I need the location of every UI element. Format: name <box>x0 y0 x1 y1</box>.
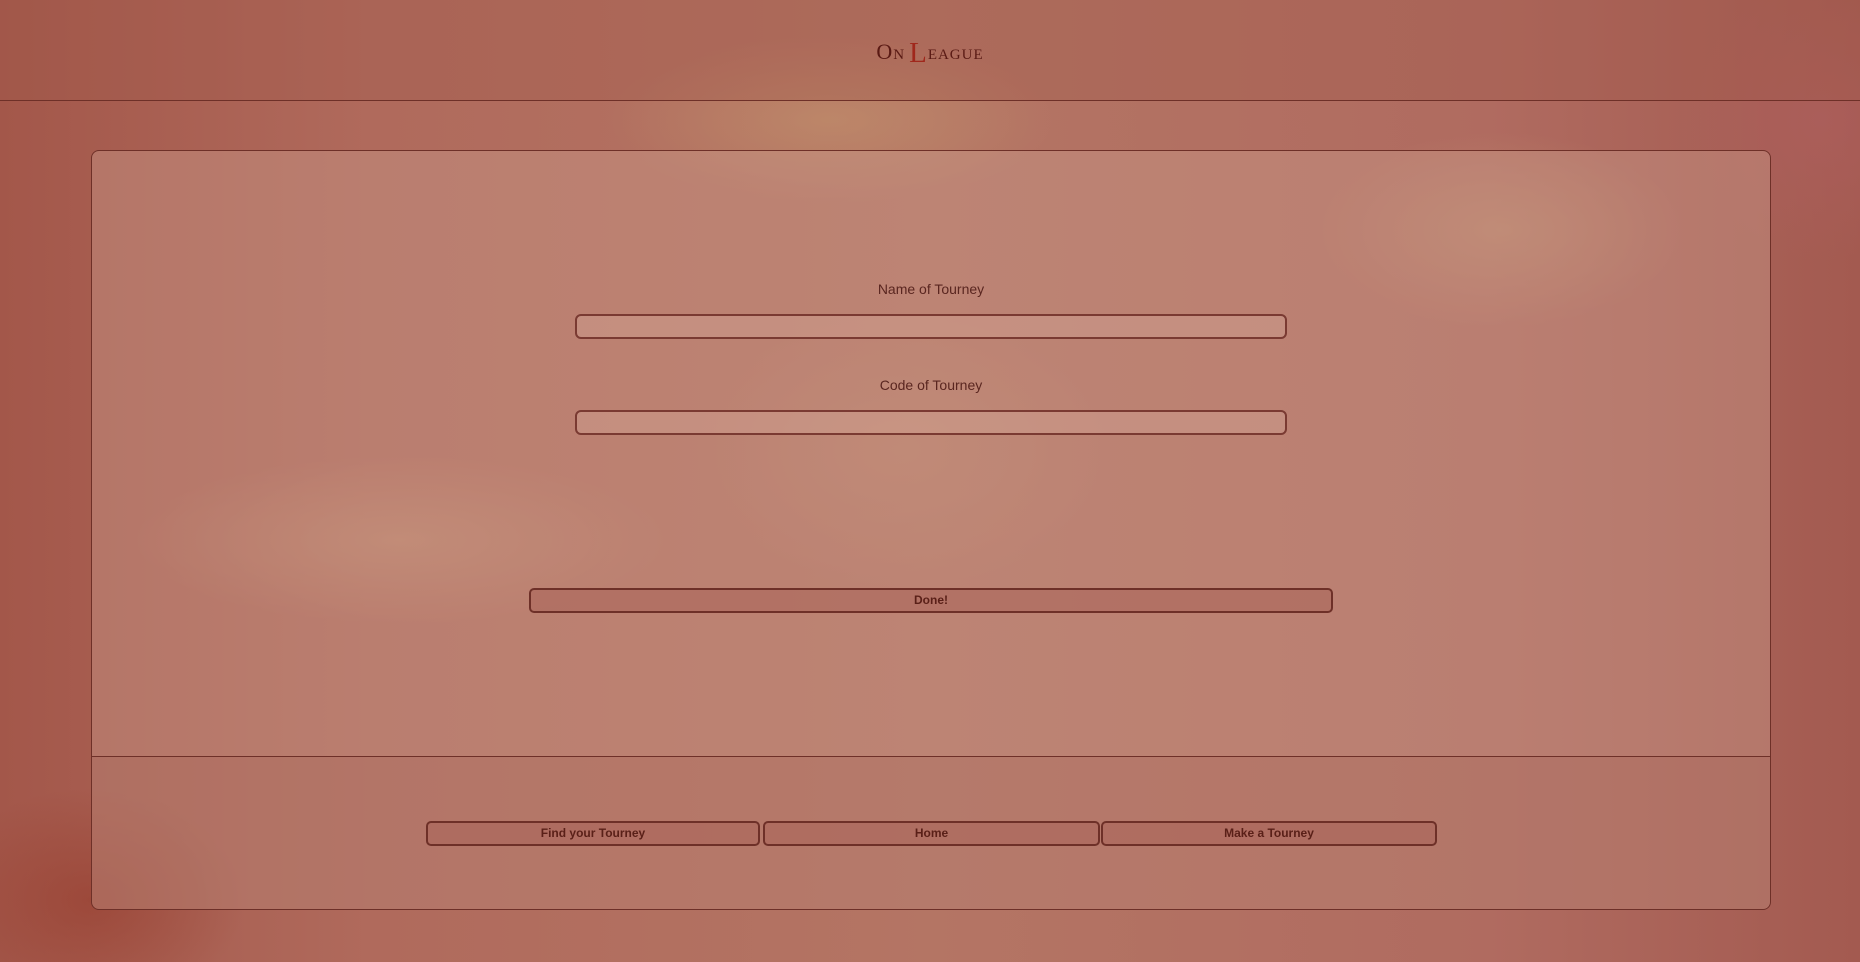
logo-text-eague: eague <box>927 39 984 64</box>
main-panel: Name of Tourney Code of Tourney Done! Fi… <box>91 150 1771 910</box>
make-a-tourney-button[interactable]: Make a Tourney <box>1101 821 1437 846</box>
logo-letter-l: L <box>909 37 928 69</box>
logo-text-on: On <box>876 39 906 64</box>
site-header: On League <box>0 0 1860 101</box>
name-of-tourney-input[interactable] <box>575 314 1287 339</box>
code-of-tourney-input[interactable] <box>575 410 1287 435</box>
name-of-tourney-label: Name of Tourney <box>877 281 985 297</box>
home-button[interactable]: Home <box>763 821 1100 846</box>
panel-divider <box>92 756 1770 757</box>
find-your-tourney-button[interactable]: Find your Tourney <box>426 821 760 846</box>
done-button[interactable]: Done! <box>529 588 1333 613</box>
onleague-logo[interactable]: On League <box>0 34 1860 69</box>
code-of-tourney-label: Code of Tourney <box>879 377 983 393</box>
